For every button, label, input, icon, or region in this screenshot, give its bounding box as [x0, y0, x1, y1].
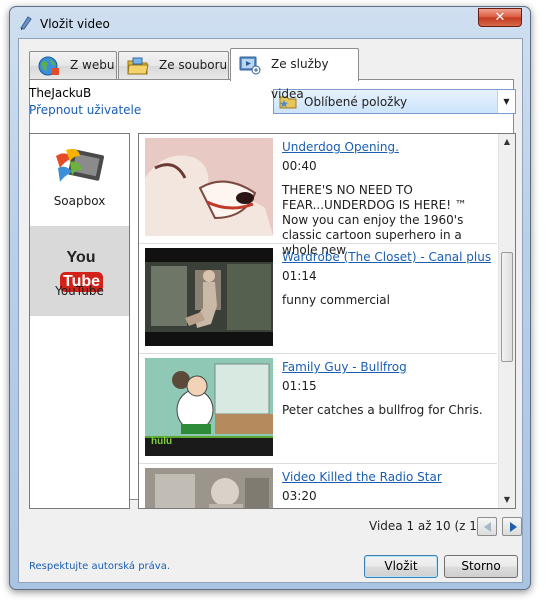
- youtube-logo-you: You: [66, 249, 96, 266]
- dropdown-selected-value: Oblíbené položky: [304, 95, 408, 109]
- video-thumbnail: [145, 248, 273, 346]
- chevron-down-icon[interactable]: ▼: [497, 90, 515, 113]
- insert-button[interactable]: Vložit: [364, 555, 438, 578]
- video-description: funny commercial: [282, 293, 390, 307]
- dialog-client-area: Z webu Ze souboru Ze služby videa TheJac…: [18, 38, 523, 583]
- service-label: YouTube: [55, 284, 104, 298]
- video-info: Underdog Opening. 00:40 THERE'S NO NEED …: [282, 140, 492, 258]
- globe-icon: [38, 56, 59, 76]
- video-title-link[interactable]: Family Guy - Bullfrog: [282, 360, 492, 375]
- arrow-right-icon: [510, 522, 517, 532]
- title-bar[interactable]: Vložit video ✕: [10, 7, 530, 37]
- folder-icon: [127, 57, 149, 75]
- window-title: Vložit video: [40, 17, 110, 31]
- scrollbar-thumb[interactable]: [501, 252, 513, 362]
- arrow-left-icon: [484, 522, 491, 532]
- service-item-soapbox[interactable]: Soapbox: [30, 134, 129, 224]
- video-thumbnail: [145, 138, 273, 236]
- tab-from-video-service[interactable]: Ze služby videa: [230, 48, 359, 101]
- service-list: Soapbox YouTube YouTube: [29, 133, 130, 509]
- video-duration: 01:14: [282, 269, 317, 283]
- service-label: Soapbox: [53, 194, 106, 208]
- switch-user-link[interactable]: Přepnout uživatele: [29, 103, 141, 117]
- tab-from-web[interactable]: Z webu: [29, 51, 117, 80]
- video-list: Underdog Opening. 00:40 THERE'S NO NEED …: [138, 133, 516, 509]
- video-service-icon: [239, 56, 261, 75]
- scroll-down-arrow-icon[interactable]: ▼: [499, 492, 515, 508]
- soapbox-icon: [56, 148, 104, 182]
- scroll-up-arrow-icon[interactable]: ▲: [499, 134, 515, 150]
- cancel-button[interactable]: Storno: [444, 555, 518, 578]
- previous-page-button[interactable]: [477, 517, 497, 536]
- tab-strip: Z webu Ze souboru Ze služby videa: [29, 48, 514, 101]
- tab-label: Ze souboru: [159, 58, 228, 72]
- video-title-link[interactable]: Underdog Opening.: [282, 140, 492, 155]
- username: TheJackuB: [29, 86, 92, 100]
- list-item[interactable]: Underdog Opening. 00:40 THERE'S NO NEED …: [139, 134, 497, 257]
- video-title-link[interactable]: Wardrobe (The Closet) - Canal plus: [282, 250, 492, 265]
- close-button[interactable]: ✕: [478, 8, 522, 27]
- video-title-link[interactable]: Video Killed the Radio Star: [282, 470, 492, 485]
- tab-from-file[interactable]: Ze souboru: [118, 51, 229, 80]
- hulu-watermark: hulu: [151, 436, 173, 447]
- playlist-dropdown[interactable]: Oblíbené položky ▼: [273, 89, 516, 114]
- tab-label: Z webu: [70, 58, 115, 72]
- service-item-youtube[interactable]: YouTube YouTube: [30, 226, 129, 316]
- video-description: Peter catches a bullfrog for Chris.: [282, 403, 483, 417]
- list-item[interactable]: Wardrobe (The Closet) - Canal plus 01:14…: [139, 244, 497, 354]
- copyright-link[interactable]: Respektujte autorská práva.: [29, 561, 170, 572]
- next-page-button[interactable]: [502, 517, 522, 536]
- video-thumbnail: [145, 468, 273, 508]
- list-item[interactable]: Video Killed the Radio Star 03:20: [139, 464, 497, 508]
- video-info: Video Killed the Radio Star 03:20: [282, 470, 492, 504]
- insert-video-dialog: Vložit video ✕ Z webu Ze souboru Ze služ…: [9, 6, 531, 590]
- video-duration: 00:40: [282, 159, 317, 173]
- youtube-icon: YouTube: [51, 246, 111, 292]
- list-item[interactable]: hulu Family Guy - Bullfrog 01:15 Peter c…: [139, 354, 497, 464]
- video-info: Family Guy - Bullfrog 01:15 Peter catche…: [282, 360, 492, 418]
- video-info: Wardrobe (The Closet) - Canal plus 01:14…: [282, 250, 492, 308]
- video-list-scrollbar[interactable]: ▲ ▼: [498, 134, 515, 508]
- video-duration: 03:20: [282, 489, 317, 503]
- video-duration: 01:15: [282, 379, 317, 393]
- pen-icon: [20, 16, 32, 30]
